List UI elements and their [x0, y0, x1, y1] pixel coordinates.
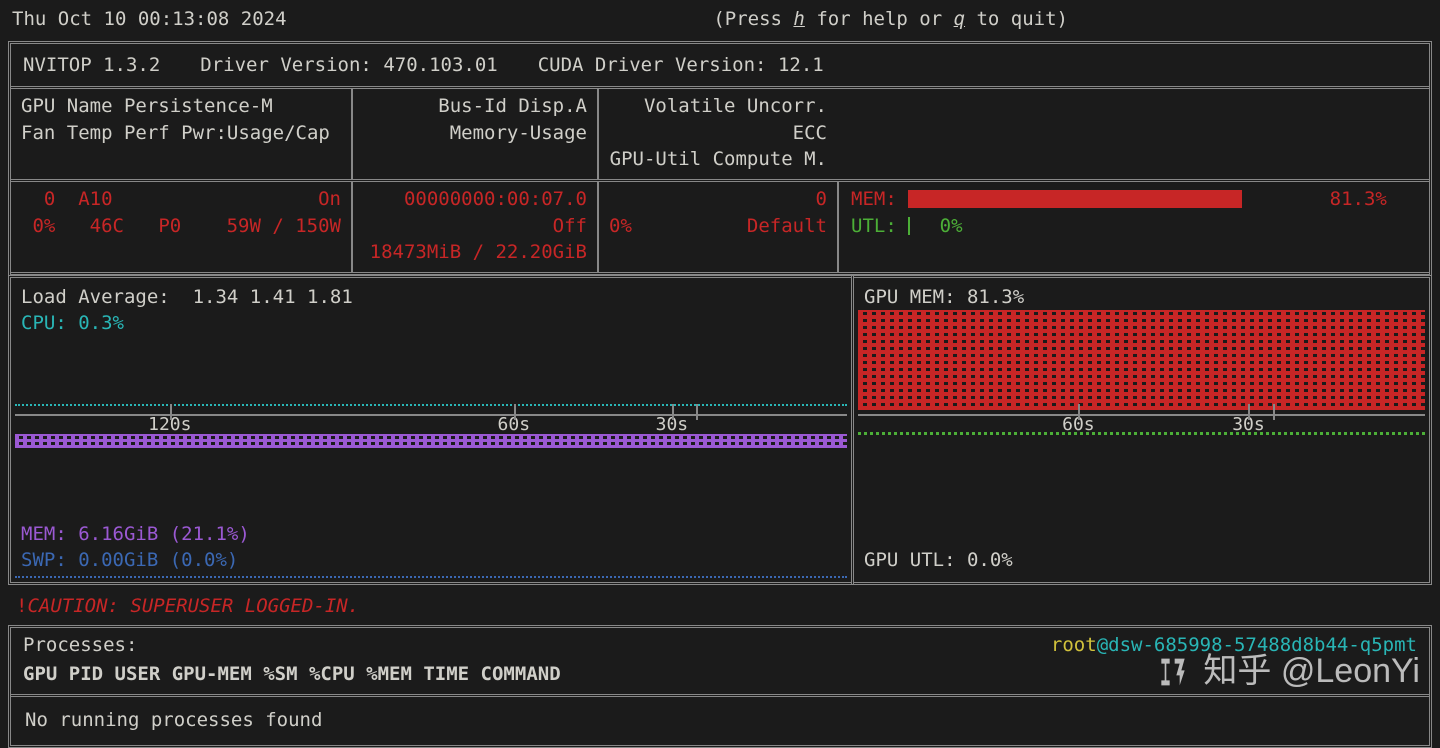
- mem-history-band: [15, 434, 847, 448]
- col1-header: GPU Name Persistence-M Fan Temp Perf Pwr…: [11, 89, 351, 179]
- gpu-graph-panel: GPU MEM: 81.3% 60s 30s GPU UTL: 0.0%: [851, 275, 1432, 585]
- help-key-h[interactable]: h: [793, 8, 804, 30]
- gpu-util-cell: 0 0%Default: [597, 182, 837, 272]
- mem-swap-text: MEM: 6.16GiB (21.1%) SWP: 0.00GiB (0.0%): [21, 521, 250, 574]
- timestamp: Thu Oct 10 00:13:08 2024: [12, 6, 287, 33]
- no-processes-msg: No running processes found: [11, 694, 1429, 746]
- graphs-row: Load Average: 1.34 1.41 1.81 CPU: 0.3% 1…: [8, 275, 1432, 585]
- gpu-mem-graph-label: GPU MEM: 81.3%: [864, 284, 1024, 311]
- gpu-utl-bar: [908, 217, 1318, 235]
- swap-sparkline: [15, 576, 847, 578]
- app-title: NVITOP 1.3.2: [23, 52, 160, 79]
- driver-version: Driver Version: 470.103.01: [200, 52, 497, 79]
- col3-header: Volatile Uncorr. ECC GPU-Util Compute M.: [597, 89, 837, 179]
- gpu-mem-bar: [908, 190, 1318, 208]
- gpu-memory-cell: 00000000:00:07.0 Off 18473MiB / 22.20GiB: [351, 182, 597, 272]
- caution-banner: !CAUTION: SUPERUSER LOGGED-IN.: [6, 591, 1434, 626]
- gpu-identity-cell: 0 A10On 0% 46C P059W / 150W: [11, 182, 351, 272]
- gpu-utl-sparkline: [858, 432, 1425, 436]
- process-columns: GPU PID USER GPU-MEM %SM %CPU %MEM TIME …: [11, 661, 1429, 694]
- processes-title: Processes:: [23, 632, 137, 659]
- help-hint: (Press h for help or q to quit): [713, 6, 1068, 33]
- gpu-mem-bar-row: MEM: 81.3%: [851, 186, 1417, 213]
- cuda-version: CUDA Driver Version: 12.1: [538, 52, 824, 79]
- version-header: NVITOP 1.3.2 Driver Version: 470.103.01 …: [11, 44, 1429, 87]
- top-bar: Thu Oct 10 00:13:08 2024 (Press h for he…: [6, 4, 1434, 39]
- help-key-q[interactable]: q: [954, 8, 965, 30]
- gpu-bars-cell: MEM: 81.3% UTL: 0%: [837, 182, 1429, 272]
- cpu-mem-graph-panel: Load Average: 1.34 1.41 1.81 CPU: 0.3% 1…: [8, 275, 854, 585]
- gpu-row-0: 0 A10On 0% 46C P059W / 150W 00000000:00:…: [11, 179, 1429, 275]
- column-headers: GPU Name Persistence-M Fan Temp Perf Pwr…: [11, 86, 1429, 179]
- gpu-utl-graph-label: GPU UTL: 0.0%: [864, 547, 1013, 574]
- col2-header: Bus-Id Disp.A Memory-Usage: [351, 89, 597, 179]
- gpu-mem-history: [858, 310, 1425, 410]
- processes-box: Processes: root@dsw-685998-57488d8b44-q5…: [8, 625, 1432, 748]
- cpu-sparkline: [15, 404, 847, 406]
- gpu-utl-bar-row: UTL: 0%: [851, 213, 1417, 240]
- gpu-summary-box: NVITOP 1.3.2 Driver Version: 470.103.01 …: [8, 41, 1432, 275]
- user-host: root@dsw-685998-57488d8b44-q5pmt: [1051, 632, 1417, 659]
